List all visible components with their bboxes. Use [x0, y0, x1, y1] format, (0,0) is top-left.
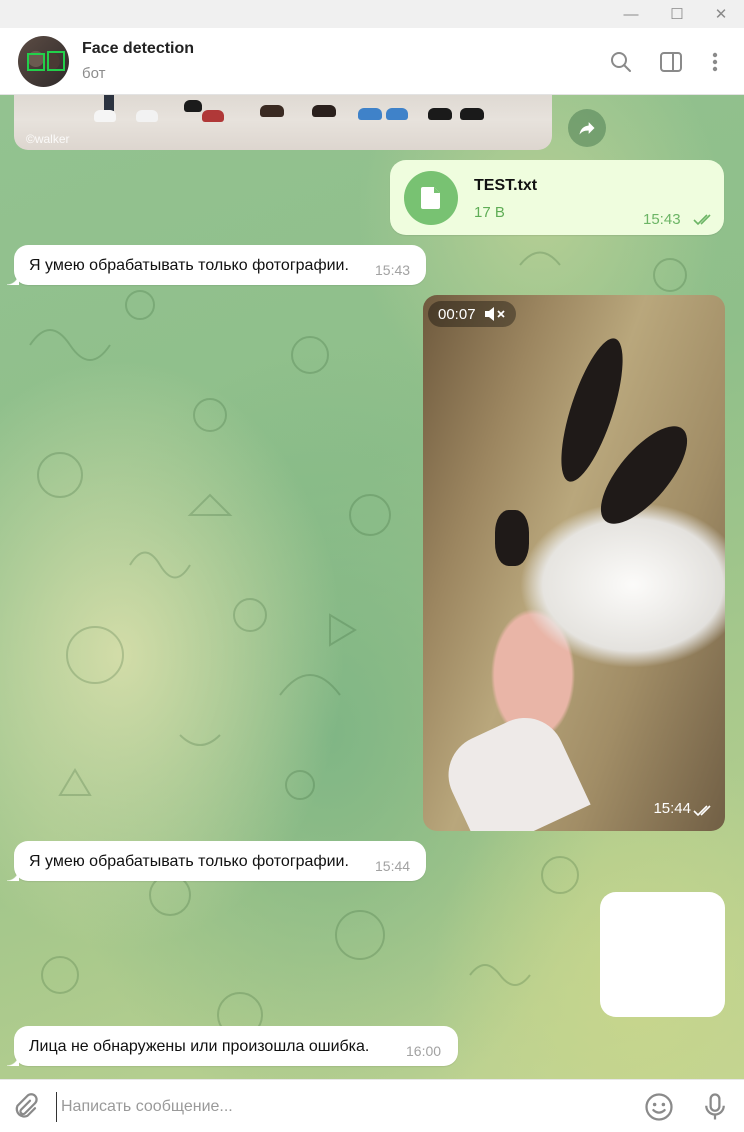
share-button[interactable] — [568, 109, 606, 147]
message-time: 15:43 — [375, 262, 411, 278]
file-size: 17 B — [474, 204, 505, 221]
video-content — [495, 510, 529, 566]
minimize-button[interactable]: — — [608, 0, 654, 28]
incoming-message[interactable]: Я умею обрабатывать только фотографии. 1… — [7, 841, 426, 881]
muted-icon[interactable] — [484, 306, 506, 322]
message-text: Я умею обрабатывать только фотографии. — [29, 257, 349, 274]
close-button[interactable]: ✕ — [698, 0, 744, 28]
maximize-button[interactable]: ☐ — [654, 0, 700, 28]
incoming-message[interactable]: Лица не обнаружены или произошла ошибка.… — [7, 1026, 458, 1066]
bubble-tail — [7, 273, 19, 285]
avatar[interactable] — [18, 36, 69, 87]
search-icon[interactable] — [609, 50, 633, 74]
window-titlebar: — ☐ ✕ — [0, 0, 744, 28]
message-time: 16:00 — [406, 1043, 442, 1059]
bubble-tail — [7, 869, 19, 881]
message-time: 15:44 — [653, 800, 691, 817]
message-composer — [0, 1079, 744, 1132]
photo-detail — [428, 108, 452, 120]
message-input[interactable] — [56, 1092, 623, 1122]
attach-icon[interactable] — [10, 1092, 40, 1122]
photo-detail — [460, 108, 484, 120]
read-check-icon — [693, 805, 711, 817]
file-icon — [421, 187, 440, 209]
photo-watermark: ©walker — [26, 132, 70, 146]
share-icon — [579, 122, 595, 135]
photo-detail — [386, 108, 408, 120]
face-box — [47, 51, 65, 71]
file-name: TEST.txt — [474, 177, 538, 194]
video-content — [435, 704, 591, 831]
video-duration: 00:07 — [438, 305, 476, 323]
photo-detail — [94, 110, 116, 122]
read-check-icon — [693, 214, 711, 226]
photo-detail — [312, 105, 336, 117]
chat-title: Face detection — [82, 40, 195, 57]
file-message[interactable]: TEST.txt 17 B 15:43 — [390, 160, 724, 235]
face-box — [27, 53, 45, 71]
photo-detail — [184, 100, 202, 112]
chat-header[interactable]: Face detection бот — [0, 28, 744, 95]
microphone-icon[interactable] — [700, 1092, 730, 1122]
photo-detail — [136, 110, 158, 122]
message-text: Я умею обрабатывать только фотографии. — [29, 853, 349, 870]
incoming-message[interactable]: Я умею обрабатывать только фотографии. 1… — [7, 245, 426, 285]
chat-area[interactable]: ©walker TEST.txt 17 B 15:43 Я умею обраб… — [0, 95, 744, 1079]
more-icon[interactable] — [703, 50, 727, 74]
bubble-tail — [7, 1054, 19, 1066]
image-message[interactable] — [600, 892, 725, 1017]
photo-message[interactable]: ©walker — [14, 95, 552, 150]
message-time: 15:43 — [643, 211, 681, 228]
message-text: Лица не обнаружены или произошла ошибка. — [29, 1038, 370, 1055]
video-duration-badge[interactable]: 00:07 — [428, 301, 516, 327]
message-time: 15:44 — [375, 858, 411, 874]
video-message[interactable]: 00:07 15:44 — [423, 295, 725, 831]
photo-detail — [260, 105, 284, 117]
photo-detail — [202, 110, 224, 122]
photo-detail — [104, 95, 114, 111]
file-download-button[interactable] — [404, 171, 458, 225]
emoji-icon[interactable] — [644, 1092, 674, 1122]
photo-detail — [358, 108, 382, 120]
sidebar-toggle-icon[interactable] — [659, 50, 683, 74]
chat-subtitle: бот — [82, 65, 106, 82]
